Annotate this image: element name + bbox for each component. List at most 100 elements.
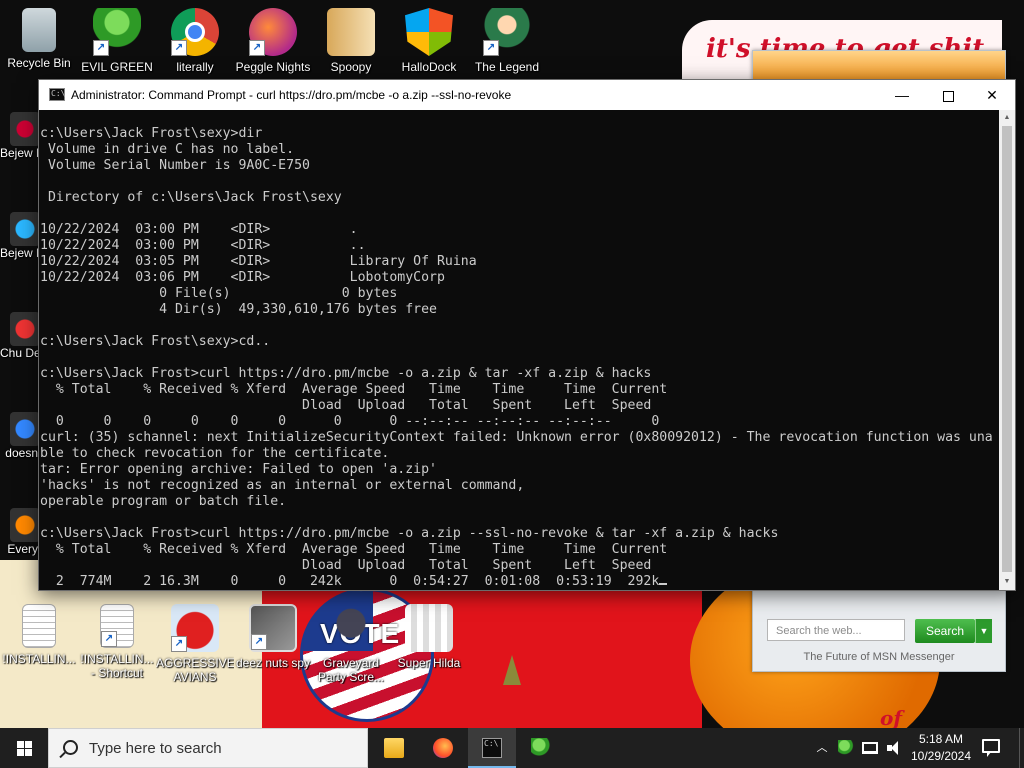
desktop-icon-super-hilda[interactable]: Super Hilda xyxy=(390,600,468,670)
angry-bird-icon: ↗ xyxy=(171,604,219,652)
desktop-icon-chu[interactable]: Chu Del xyxy=(0,312,40,360)
console-output[interactable]: c:\Users\Jack Frost\sexy>dir Volume in d… xyxy=(39,110,999,590)
close-button[interactable]: ✕ xyxy=(969,80,1015,110)
desktop-icon-the-legend[interactable]: ↗ The Legend xyxy=(468,4,546,74)
desktop-icon-label: The Legend xyxy=(474,60,540,74)
maximize-button[interactable] xyxy=(925,80,971,110)
msn-search-dropdown-icon[interactable]: ▼ xyxy=(975,619,992,643)
msn-search-button[interactable]: Search xyxy=(915,619,975,643)
desktop-icon-label: AGGRESSIVE AVIANS xyxy=(156,656,234,684)
window-titlebar[interactable]: C:\ Administrator: Command Prompt - curl… xyxy=(39,80,1015,110)
console-text: c:\Users\Jack Frost\sexy>dir Volume in d… xyxy=(39,110,999,590)
desktop-icon-label: Every xyxy=(7,542,38,556)
shortcut-arrow-icon: ↗ xyxy=(171,636,187,652)
desktop-icon-deez-nuts-spy[interactable]: ↗ deez nuts spy xyxy=(234,600,312,670)
desktop-icon-label: Bejew Del xyxy=(0,246,40,260)
close-icon: ✕ xyxy=(986,87,998,103)
console-line: 10/22/2024 03:05 PM <DIR> Library Of Rui… xyxy=(40,254,477,269)
search-icon xyxy=(63,740,78,755)
recycle-bin-icon xyxy=(22,8,56,52)
taskbar-app-file-explorer[interactable] xyxy=(370,728,418,768)
desktop-icon-installin[interactable]: !INSTALLIN... xyxy=(0,600,78,666)
volume-icon[interactable] xyxy=(887,741,903,755)
console-line: Volume in drive C has no label. xyxy=(40,142,295,157)
shortcut-arrow-icon: ↗ xyxy=(93,40,109,56)
taskbar-search-placeholder: Type here to search xyxy=(89,740,222,757)
desktop-icon-label: HalloDock xyxy=(401,60,457,74)
scroll-up-icon[interactable]: ▲ xyxy=(999,110,1015,126)
console-line: curl: (35) schannel: next InitializeSecu… xyxy=(40,430,993,445)
taskbar-app-command-prompt[interactable]: C:\ xyxy=(468,728,516,768)
bejeweled-icon xyxy=(10,112,40,146)
taskbar-clock[interactable]: 5:18 AM 10/29/2024 xyxy=(908,731,974,765)
desktop-icon-label: !INSTALLIN... - Shortcut xyxy=(80,652,154,680)
show-hidden-icons-button[interactable]: ︿ xyxy=(812,728,832,768)
console-line: 10/22/2024 03:06 PM <DIR> LobotomyCorp xyxy=(40,270,445,285)
vertical-scrollbar[interactable]: ▲ ▼ xyxy=(999,110,1015,590)
spoopy-icon xyxy=(327,8,375,56)
console-line: 2 774M 2 16.3M 0 0 242k 0 0:54:27 0:01:0… xyxy=(40,574,660,589)
desktop-icon-aggressive-avians[interactable]: ↗ AGGRESSIVE AVIANS xyxy=(156,600,234,684)
console-line: ble to check revocation for the certific… xyxy=(40,446,390,461)
taskbar-app-firefox[interactable] xyxy=(419,728,467,768)
cmd-icon[interactable]: C:\ xyxy=(49,88,65,101)
console-line: 'hacks' is not recognized as an internal… xyxy=(40,478,525,493)
taskbar-search-box[interactable]: Type here to search xyxy=(48,728,368,768)
msn-footer-text: The Future of MSN Messenger xyxy=(803,651,955,663)
desktop-icon-label: Graveyard Party Scre... xyxy=(317,656,385,684)
network-icon[interactable] xyxy=(862,742,878,754)
msn-search-input[interactable]: Search the web... xyxy=(767,619,905,641)
taskbar-app-msn[interactable] xyxy=(517,728,565,768)
desktop-icon-label: Bejew Del xyxy=(0,146,40,160)
chrome-icon: ↗ xyxy=(171,8,219,56)
console-line: Dload Upload Total Spent Left Speed xyxy=(40,398,652,413)
console-line: 0 File(s) 0 bytes xyxy=(40,286,398,301)
console-line: 4 Dir(s) 49,330,610,176 bytes free xyxy=(40,302,437,317)
desktop-icon-bejeweled-2[interactable]: Bejew Del xyxy=(0,212,40,260)
maximize-icon xyxy=(942,90,954,102)
taskbar: Type here to search C:\ ︿ 5:18 AM 10/29/… xyxy=(0,728,1024,768)
minimize-button[interactable]: — xyxy=(879,80,925,110)
desktop-icon-doesn[interactable]: doesn xyxy=(0,412,40,460)
msn-tray-icon[interactable] xyxy=(838,740,854,756)
desktop-icon-installin-shortcut[interactable]: ↗ !INSTALLIN... - Shortcut xyxy=(78,600,156,680)
document-shortcut-icon: ↗ xyxy=(100,604,134,648)
scrollbar-thumb[interactable] xyxy=(1002,126,1012,572)
desktop-icon-label: EVIL GREEN MSN CO... xyxy=(81,60,153,74)
console-line: Volume Serial Number is 9A0C-E750 xyxy=(40,158,310,173)
desktop-icon-peggle-nights[interactable]: ↗ Peggle Nights xyxy=(234,4,312,74)
console-line: c:\Users\Jack Frost>curl https://dro.pm/… xyxy=(40,366,652,381)
shortcut-arrow-icon: ↗ xyxy=(251,634,267,650)
folder-icon xyxy=(384,738,404,758)
shortcut-arrow-icon: ↗ xyxy=(483,40,499,56)
desktop-icon-label: Recycle Bin xyxy=(7,56,71,70)
bejeweled-icon xyxy=(10,212,40,246)
start-button[interactable] xyxy=(0,728,48,768)
text-cursor xyxy=(659,583,668,585)
desktop-icon-recycle-bin[interactable]: Recycle Bin xyxy=(0,4,78,70)
console-line: c:\Users\Jack Frost\sexy>cd.. xyxy=(40,334,271,349)
desktop-icon-label: Peggle Nights xyxy=(235,60,311,74)
msn-icon: ↗ xyxy=(93,8,141,56)
hilda-icon xyxy=(405,604,453,652)
notifications-icon[interactable] xyxy=(982,739,1000,757)
desktop-icon-hallodock[interactable]: HalloDock xyxy=(390,4,468,74)
scroll-down-icon[interactable]: ▼ xyxy=(999,574,1015,590)
console-line: % Total % Received % Xferd Average Speed… xyxy=(40,382,668,397)
desktop-icon-label: literally xyxy=(176,60,214,74)
peggle-icon: ↗ xyxy=(249,8,297,56)
wallpaper-bottom-text: of xyxy=(880,706,902,728)
desktop-icon-evil-green-msn[interactable]: ↗ EVIL GREEN MSN CO... xyxy=(78,4,156,74)
show-desktop-button[interactable] xyxy=(1019,728,1024,768)
desktop-icon-label: Chu Del xyxy=(0,346,40,360)
desktop-icon-spoopy[interactable]: Spoopy xyxy=(312,4,390,74)
desktop-icon-label: Spoopy xyxy=(330,60,372,74)
desktop-icon-literally[interactable]: ↗ literally xyxy=(156,4,234,74)
console-line: 10/22/2024 03:00 PM <DIR> .. xyxy=(40,238,366,253)
desktop-icon-bejeweled-1[interactable]: Bejew Del xyxy=(0,112,40,160)
desktop-icon-label: !INSTALLIN... xyxy=(2,652,76,666)
clock-time: 5:18 AM xyxy=(918,732,964,746)
desktop-icon-every[interactable]: Every xyxy=(0,508,40,556)
desktop-icon-graveyard-party[interactable]: Graveyard Party Scre... xyxy=(312,600,390,684)
minimize-icon: — xyxy=(895,87,909,103)
